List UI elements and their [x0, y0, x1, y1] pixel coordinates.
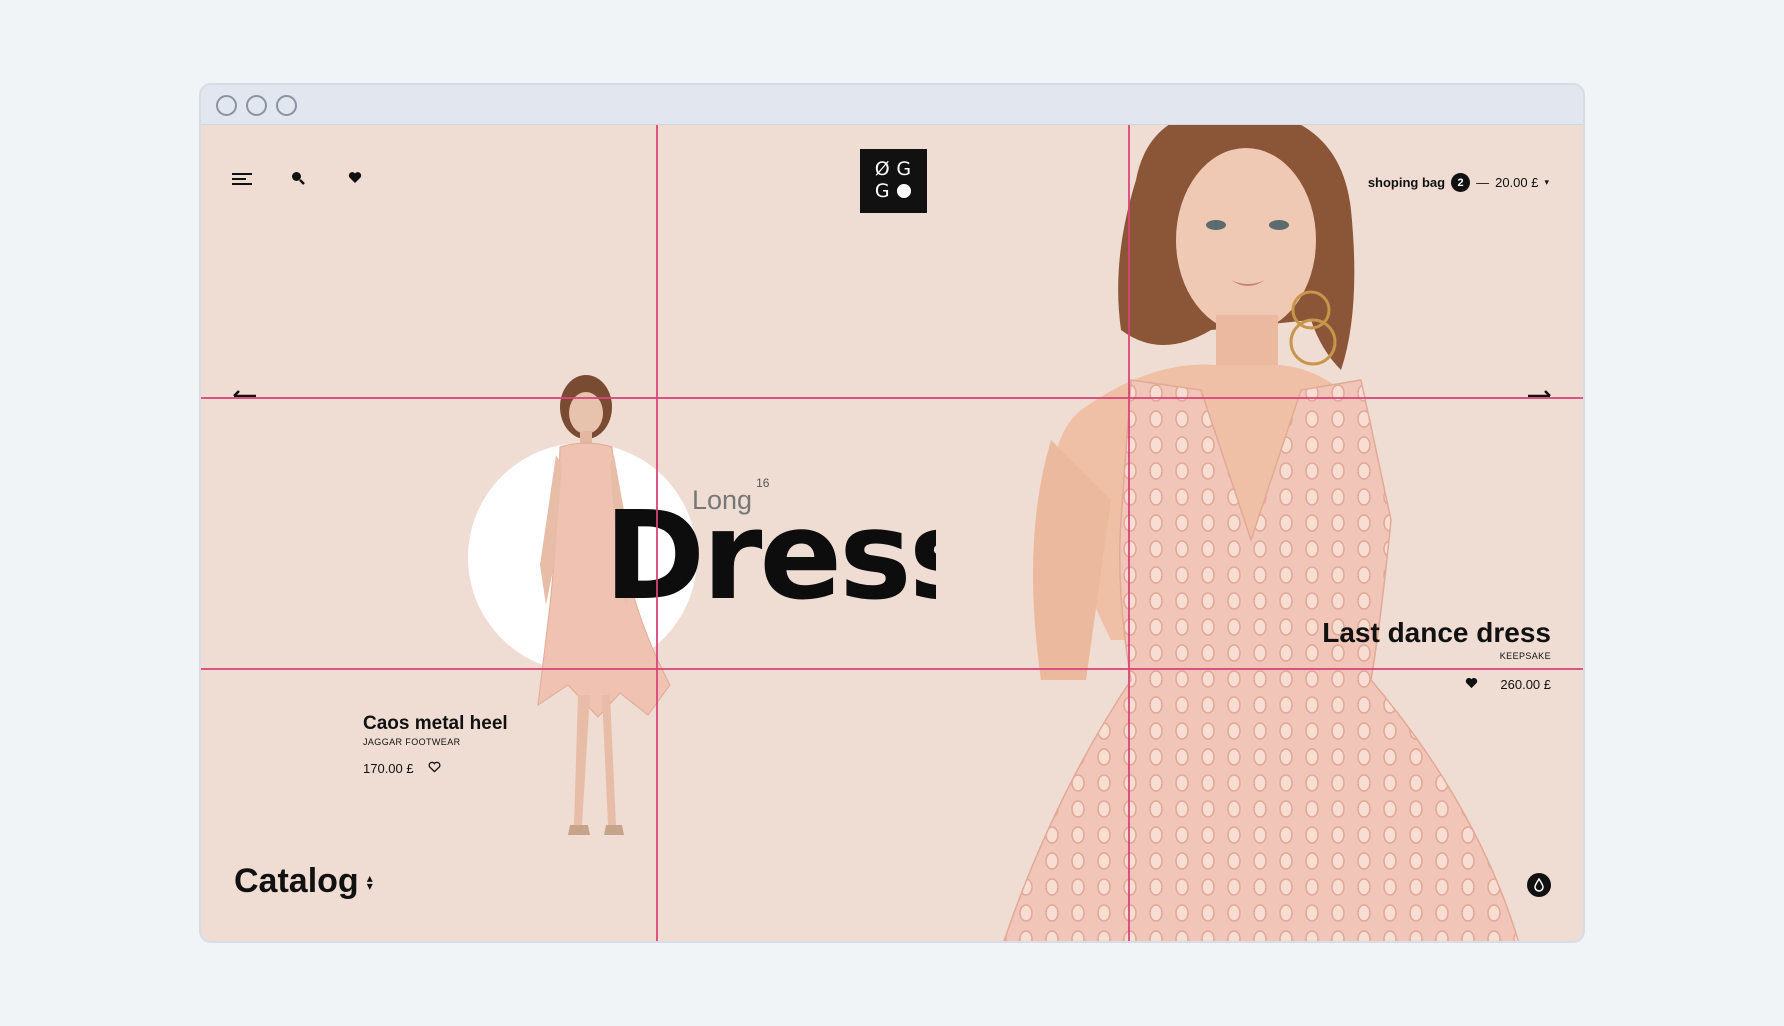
bag-count-badge: 2 [1451, 173, 1471, 192]
drop-icon[interactable] [1527, 873, 1551, 897]
product-left-brand: JAGGAR FOOTWEAR [363, 737, 461, 747]
guide-line-horizontal-2 [201, 668, 1583, 670]
model-small-image [537, 375, 671, 835]
guide-line-vertical-1 [656, 125, 658, 941]
product-left-price: 170.00 £ [363, 761, 414, 776]
product-right-price: 260.00 £ [1500, 677, 1551, 692]
logo-dot [894, 181, 916, 204]
window-close-button[interactable] [216, 95, 237, 116]
hero-title: Dresse [604, 485, 936, 627]
product-right-name[interactable]: Last dance dress [1322, 617, 1551, 649]
product-right-brand: KEEPSAKE [1499, 651, 1551, 661]
logo-letter-2: G [896, 158, 913, 180]
product-card-right[interactable]: Last dance dress KEEPSAKE 260.00 £ [1322, 617, 1551, 692]
catalog-label: Catalog [234, 862, 359, 900]
chevron-down-icon[interactable]: ▾ [1544, 177, 1549, 188]
bag-separator: — [1476, 175, 1490, 190]
hero-subtitle: Long16 [692, 476, 769, 516]
hero-subtitle-sup: 16 [756, 476, 770, 490]
shopping-bag[interactable]: shoping bag 2 — 20.00 £ ▾ [1368, 173, 1549, 192]
window-maximize-button[interactable] [276, 95, 297, 116]
product-card-left[interactable]: Caos metal heel JAGGAR FOOTWEAR 170.00 £ [363, 713, 508, 776]
catalog-button[interactable]: Catalog ▴ ▾ [234, 862, 373, 901]
guide-line-horizontal-1 [201, 397, 1583, 399]
guide-line-vertical-2 [1128, 125, 1130, 941]
browser-window: Long16 Dresse [199, 83, 1585, 943]
logo-letter-1: Ø [874, 158, 891, 180]
sort-caret-icon: ▴ ▾ [366, 870, 373, 893]
window-titlebar [201, 85, 1583, 125]
heart-filled-icon[interactable] [1465, 677, 1478, 692]
search-icon[interactable] [291, 171, 305, 190]
menu-icon[interactable] [232, 173, 252, 188]
model-main-image [1003, 125, 1520, 941]
hero-subtitle-text: Long [692, 485, 753, 515]
heart-outline-icon[interactable] [428, 761, 441, 776]
bag-label: shoping bag [1367, 175, 1446, 190]
bag-total: 20.00 £ [1495, 175, 1539, 190]
product-left-name[interactable]: Caos metal heel [363, 713, 508, 735]
window-minimize-button[interactable] [246, 95, 267, 116]
brand-logo[interactable]: Ø G G [860, 149, 927, 213]
hero-stage: Long16 Dresse [201, 125, 1583, 941]
wishlist-heart-icon[interactable] [348, 171, 362, 189]
logo-letter-3: G [874, 179, 891, 202]
